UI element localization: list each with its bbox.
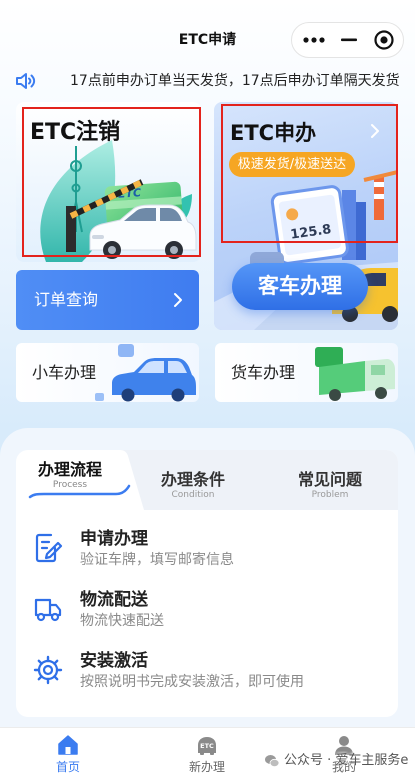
target-close-icon[interactable]	[366, 23, 402, 57]
step-desc: 按照说明书完成安装激活，即可使用	[80, 674, 304, 690]
mini-program-capsule	[291, 22, 404, 58]
wechat-watermark: 公众号 · 爱车主服务e	[264, 751, 415, 771]
step-title: 物流配送	[80, 590, 148, 610]
home-icon	[58, 735, 78, 755]
order-query-label: 订单查询	[34, 290, 99, 309]
etc-car-icon: ETC	[198, 737, 216, 755]
bus-apply-button[interactable]: 客车办理	[232, 263, 368, 310]
process-card: 办理流程 Process 办理条件 Condition 常见问题 Problem…	[16, 450, 398, 717]
tab-condition-sub: Condition	[171, 490, 215, 500]
step-apply: 申请办理 验证车牌，填写邮寄信息	[16, 521, 398, 582]
order-query-button[interactable]: 订单查询	[16, 270, 199, 330]
step-title: 安装激活	[80, 651, 148, 671]
orange-barrier-illustration	[363, 170, 398, 220]
etc-cancel-card[interactable]: ETC ETC注销	[16, 102, 201, 262]
step-desc: 物流快速配送	[80, 613, 164, 629]
tab-process-sub: Process	[52, 480, 88, 490]
small-car-card[interactable]: 小车办理	[16, 343, 199, 402]
tab-process-label: 办理流程	[37, 460, 102, 479]
chevron-right-icon	[371, 124, 379, 138]
form-edit-icon	[35, 533, 63, 563]
etc-icon-label: ETC	[200, 742, 214, 750]
tab-problem-label: 常见问题	[297, 470, 362, 489]
speaker-icon	[16, 73, 36, 89]
truck-label: 货车办理	[231, 363, 296, 382]
step-delivery: 物流配送 物流快速配送	[16, 582, 398, 643]
etc-apply-title: ETC申办	[230, 121, 317, 145]
step-desc: 验证车牌，填写邮寄信息	[80, 552, 234, 568]
tabbar-new-apply-label: 新办理	[188, 760, 225, 774]
more-dots-icon[interactable]	[296, 23, 332, 57]
delivery-truck-icon	[34, 598, 62, 622]
tabbar-new-apply[interactable]: ETC 新办理	[157, 728, 257, 777]
phone-illustration: 125.8	[270, 185, 349, 265]
step-title: 申请办理	[80, 529, 148, 549]
tabbar-home[interactable]: 首页	[18, 728, 118, 777]
etc-cancel-title: ETC注销	[30, 120, 121, 145]
chevron-right-icon	[174, 293, 182, 307]
tab-process[interactable]: 办理流程 Process	[16, 450, 125, 510]
nav-bar: ETC申请	[0, 0, 415, 64]
truck-card[interactable]: 货车办理	[215, 343, 398, 402]
tab-condition[interactable]: 办理条件 Condition	[138, 450, 248, 510]
tab-problem-sub: Problem	[311, 490, 349, 500]
gear-activate-icon	[33, 655, 63, 685]
wechat-icon	[265, 755, 280, 768]
fast-delivery-badge: 极速发货/极速送达	[229, 152, 355, 177]
tab-condition-label: 办理条件	[160, 470, 225, 489]
step-activate: 安装激活 按照说明书完成安装激活，即可使用	[16, 643, 398, 704]
tabbar-home-label: 首页	[55, 760, 80, 774]
minimize-icon[interactable]	[331, 23, 367, 57]
notice-marquee: 17点前申办订单当天发货，17点后申办订单隔天发货	[70, 73, 400, 89]
process-tabs: 办理流程 Process 办理条件 Condition 常见问题 Problem	[16, 450, 398, 510]
tab-problem[interactable]: 常见问题 Problem	[275, 450, 385, 510]
watermark-text: 公众号 · 爱车主服务e	[284, 753, 409, 768]
small-car-label: 小车办理	[32, 363, 97, 382]
